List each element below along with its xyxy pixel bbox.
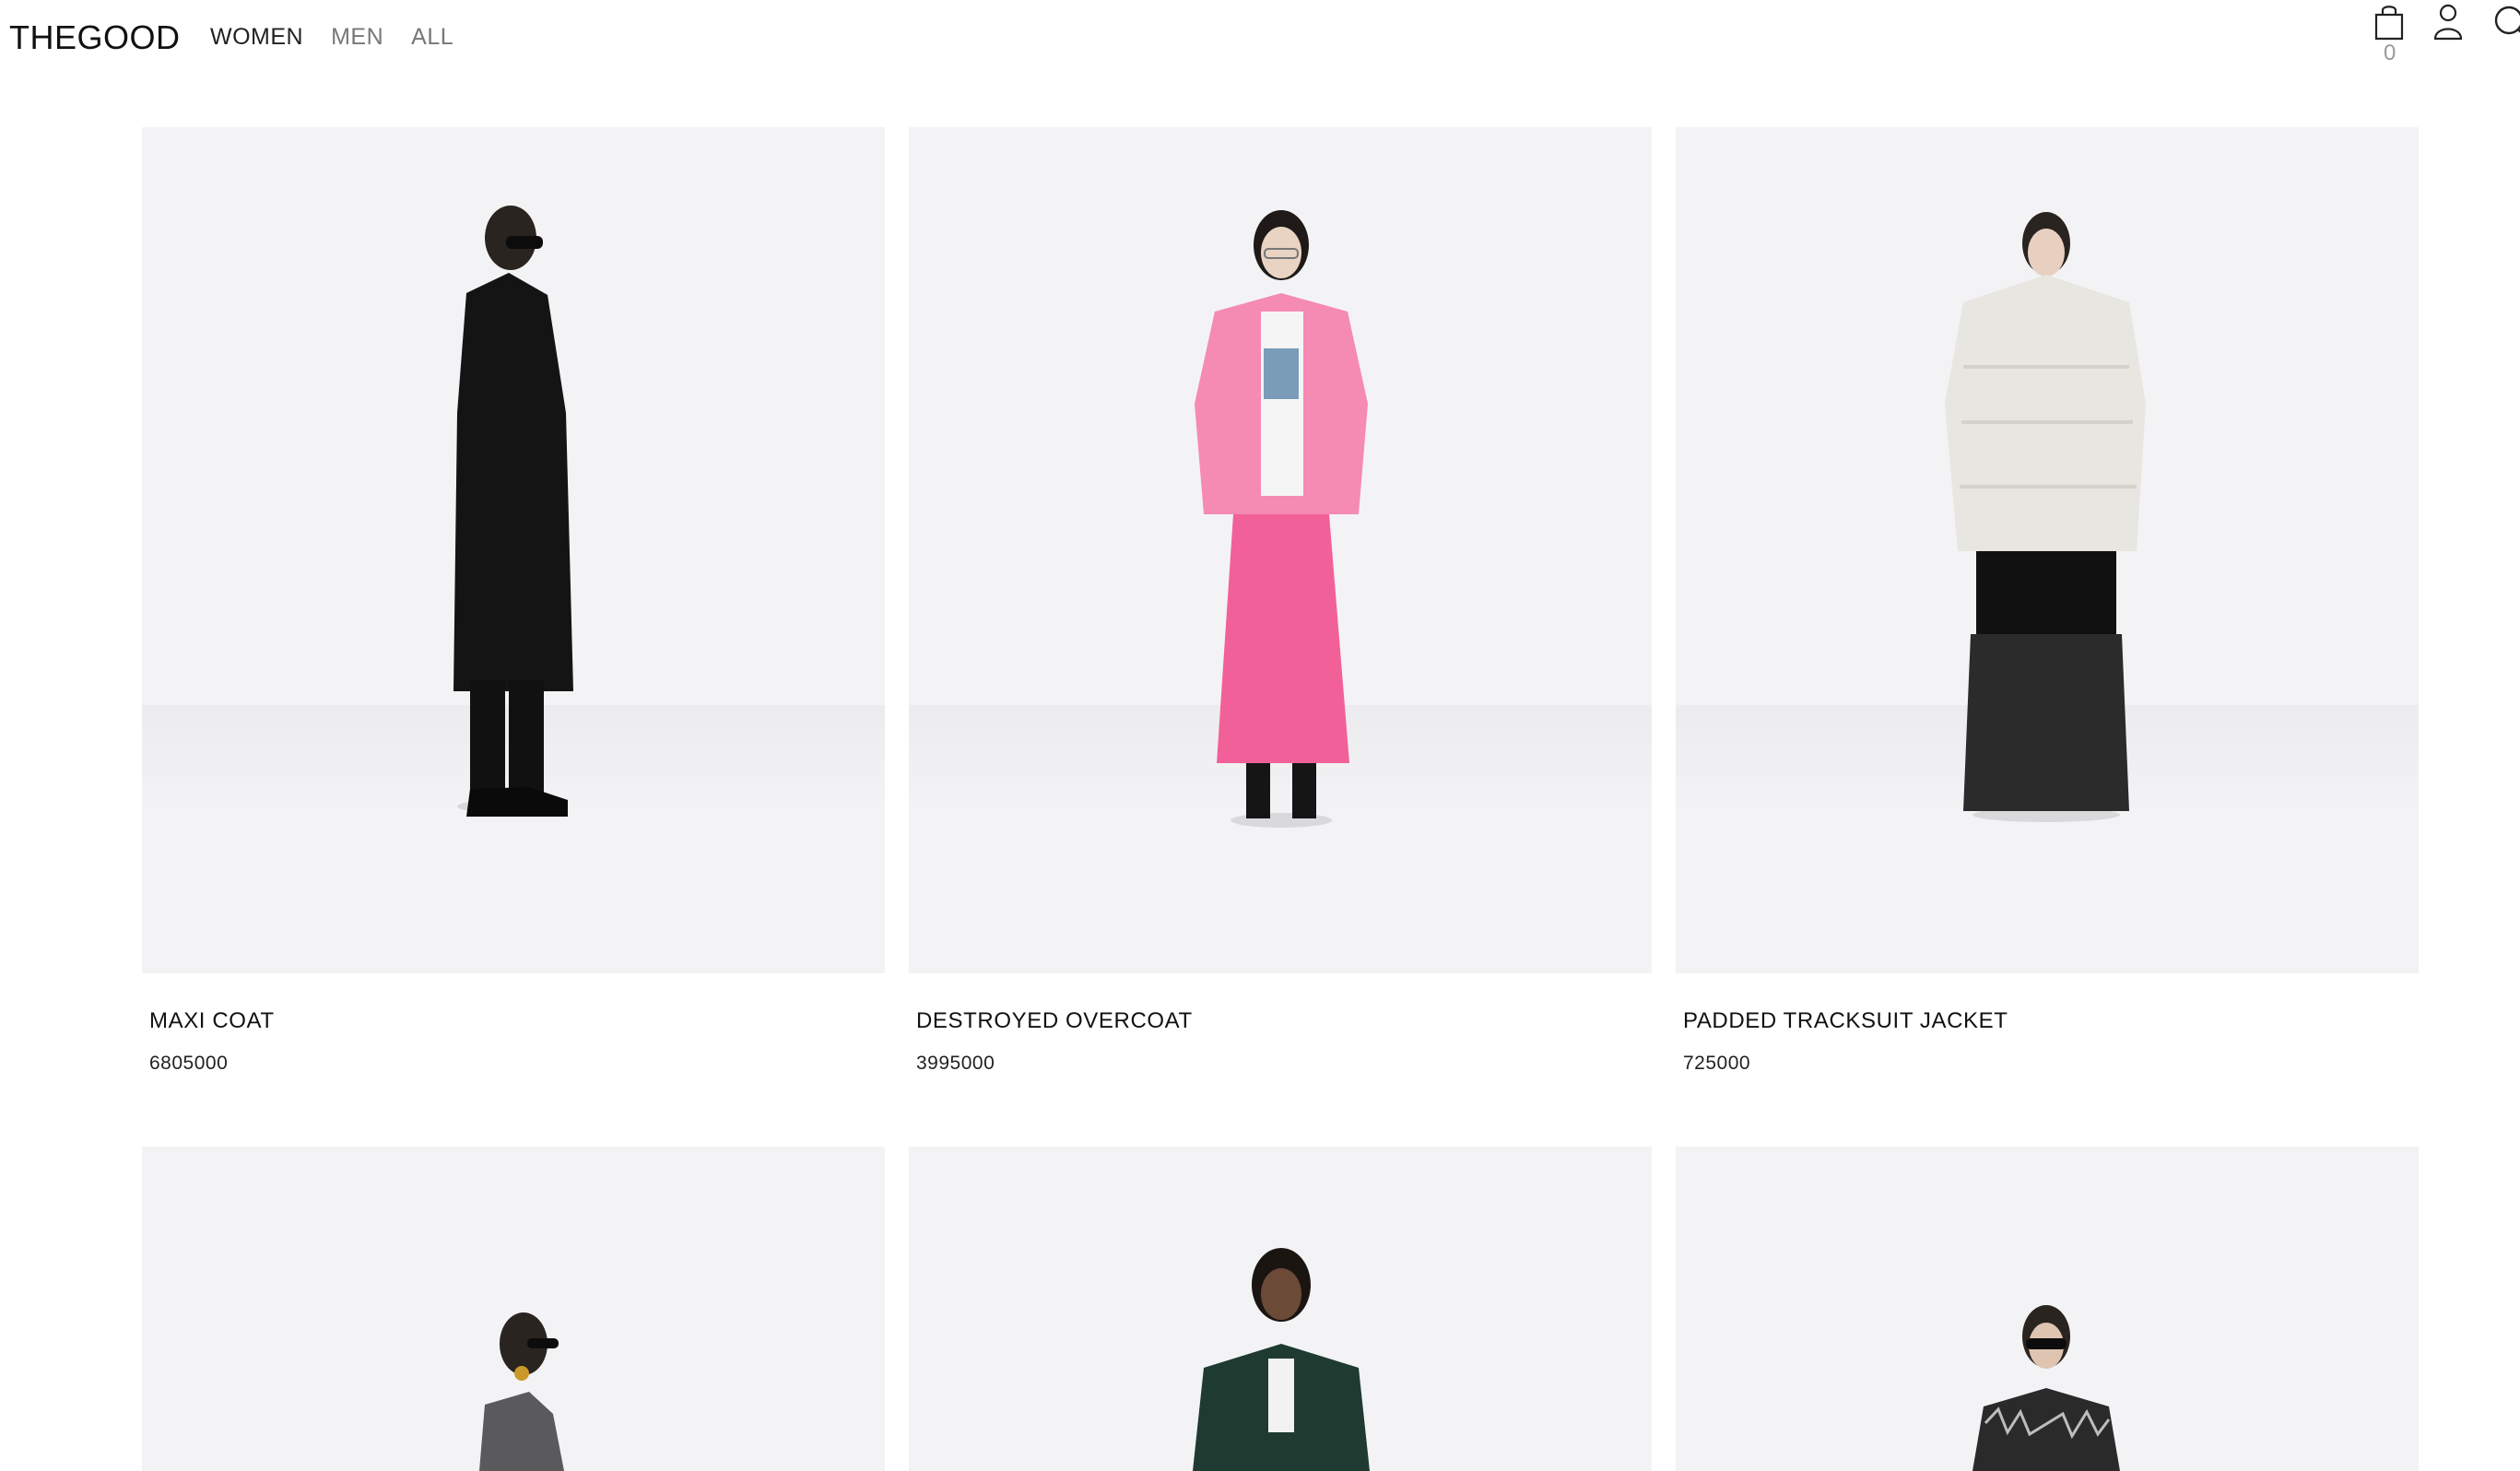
figure-boot-right — [1292, 763, 1316, 818]
figure-boot-left — [1246, 763, 1270, 818]
shopping-bag-icon — [2374, 6, 2404, 41]
sunglasses — [527, 1338, 559, 1348]
model-figure — [479, 1312, 564, 1471]
product-image[interactable] — [142, 127, 885, 973]
product-price: 3995000 — [916, 1053, 995, 1074]
product-image[interactable] — [909, 127, 1652, 973]
nav-item-men[interactable]: MEN — [331, 24, 383, 51]
search-button[interactable] — [2487, 2, 2520, 42]
site-logo[interactable]: THEGOOD — [9, 18, 181, 57]
tshirt-print — [1264, 348, 1299, 399]
product-name[interactable]: MAXI COAT — [149, 1008, 885, 1034]
sunglasses — [2026, 1338, 2067, 1349]
product-card[interactable] — [909, 1147, 1652, 1471]
figure-skirt — [1217, 514, 1349, 763]
product-name[interactable]: DESTROYED OVERCOAT — [916, 1008, 1652, 1034]
figure-leg-left — [470, 680, 505, 795]
cart-button[interactable]: 0 — [2369, 2, 2409, 65]
model-figure — [1972, 1305, 2120, 1471]
model-figure — [1195, 210, 1368, 828]
figure-tshirt — [1261, 312, 1303, 496]
nav-item-women[interactable]: WOMEN — [210, 24, 303, 51]
figure-puffer-jacket — [1945, 275, 2146, 551]
model-figure — [1193, 1248, 1370, 1471]
figure-boots — [466, 787, 568, 817]
product-image[interactable] — [909, 1147, 1652, 1471]
figure-face — [1261, 1268, 1301, 1320]
product-image[interactable] — [1676, 127, 2419, 973]
figure-shadow — [1231, 813, 1332, 828]
product-card[interactable]: MAXI COAT 6805000 — [142, 127, 885, 1075]
figure-coat — [453, 273, 573, 691]
product-card[interactable]: PADDED TRACKSUIT JACKET 725000 — [1676, 127, 2419, 1075]
model-figure — [1945, 212, 2146, 822]
main-nav: WOMEN MEN ALL — [210, 24, 453, 51]
figure-feather-jacket — [1972, 1388, 2120, 1471]
earring — [514, 1366, 529, 1381]
figure-leg-right — [509, 680, 544, 795]
product-card[interactable]: DESTROYED OVERCOAT 3995000 — [909, 127, 1652, 1075]
nav-item-all[interactable]: ALL — [411, 24, 453, 51]
user-icon — [2433, 4, 2463, 41]
product-card[interactable] — [1676, 1147, 2419, 1471]
site-header: THEGOOD WOMEN MEN ALL 0 — [0, 0, 2520, 83]
product-price: 725000 — [1683, 1053, 1751, 1074]
cart-count: 0 — [2384, 41, 2396, 65]
product-card[interactable] — [142, 1147, 885, 1471]
figure-leather-jacket — [479, 1392, 564, 1471]
product-price: 6805000 — [149, 1053, 229, 1074]
sunglasses — [506, 236, 543, 249]
figure-top — [1976, 551, 2116, 634]
figure-wide-jeans — [1963, 634, 2129, 811]
figure-face — [2028, 229, 2065, 277]
figure-face — [1261, 227, 1301, 278]
account-button[interactable] — [2428, 2, 2468, 42]
product-image[interactable] — [1676, 1147, 2419, 1471]
search-icon — [2494, 6, 2520, 35]
model-figure — [453, 206, 573, 817]
figure-tshirt — [1268, 1359, 1294, 1432]
product-image[interactable] — [142, 1147, 885, 1471]
product-name[interactable]: PADDED TRACKSUIT JACKET — [1683, 1008, 2419, 1034]
